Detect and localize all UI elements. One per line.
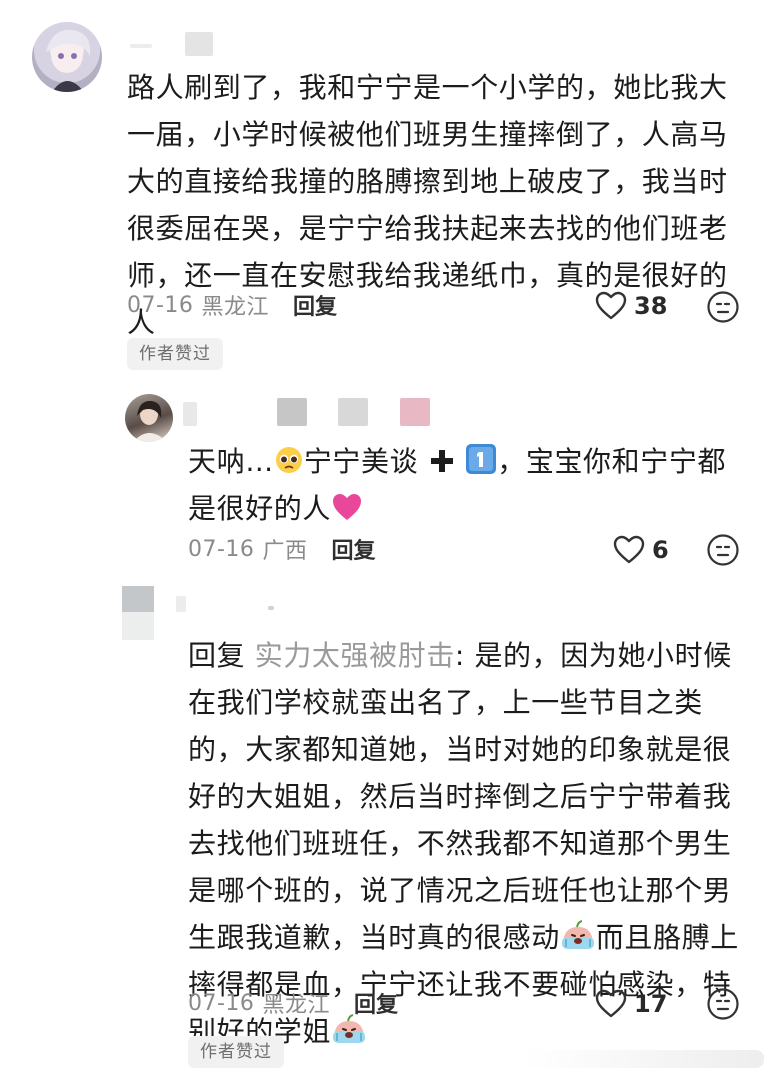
comment-meta: 07-16 黑龙江 回复 bbox=[127, 288, 337, 322]
reply-button[interactable]: 回复 bbox=[331, 533, 375, 565]
comment-location: 黑龙江 bbox=[201, 295, 269, 320]
comment-date: 07-16 bbox=[188, 536, 255, 562]
watermark bbox=[524, 1050, 764, 1068]
like-count: 6 bbox=[652, 536, 669, 564]
like-count: 38 bbox=[634, 292, 668, 320]
username-redacted bbox=[268, 606, 274, 610]
like-button[interactable]: 17 bbox=[594, 986, 667, 1022]
username-redacted bbox=[183, 402, 197, 426]
reply-button[interactable]: 回复 bbox=[354, 987, 398, 1019]
comment-date: 07-16 bbox=[188, 990, 255, 1016]
reply-to-username[interactable]: 实力太强被肘击 bbox=[255, 639, 455, 672]
reply-button[interactable]: 回复 bbox=[293, 289, 337, 321]
heart-outline-icon bbox=[595, 989, 627, 1018]
neutral-face-icon[interactable] bbox=[706, 987, 740, 1021]
heart-outline-icon bbox=[613, 535, 645, 564]
username-redacted bbox=[176, 596, 186, 612]
reply-prefix: 回复 bbox=[188, 639, 246, 672]
avatar[interactable] bbox=[122, 586, 156, 642]
author-liked-badge: 作者赞过 bbox=[127, 338, 223, 370]
comment-meta: 07-16 广西 回复 bbox=[188, 532, 375, 566]
comment-location: 黑龙江 bbox=[262, 993, 330, 1018]
username-redacted bbox=[185, 32, 213, 56]
avatar-redacted bbox=[122, 612, 154, 640]
avatar-redacted bbox=[122, 586, 154, 612]
avatar[interactable] bbox=[125, 394, 173, 442]
heart-outline-icon bbox=[595, 291, 627, 320]
comment-text-part: : 是的，因为她小时候在我们学校就蛮出名了，上一些节目之类的，大家都知道她，当时… bbox=[188, 639, 732, 954]
neutral-face-icon[interactable] bbox=[706, 533, 740, 567]
pleading-face-icon bbox=[275, 447, 302, 473]
crying-face-icon bbox=[561, 920, 594, 949]
keycap-1-icon bbox=[466, 444, 497, 474]
username-redacted bbox=[130, 44, 152, 48]
like-count: 17 bbox=[634, 990, 668, 1018]
comment-text-part: 宁宁美谈 bbox=[303, 445, 419, 478]
comment-date: 07-16 bbox=[127, 292, 194, 318]
author-liked-badge: 作者赞过 bbox=[188, 1036, 284, 1068]
username-redacted bbox=[338, 398, 368, 426]
comment-location: 广西 bbox=[262, 539, 308, 564]
avatar-image bbox=[46, 29, 91, 92]
username-redacted bbox=[400, 398, 430, 426]
comment-text-part: 天呐… bbox=[188, 445, 274, 478]
like-button[interactable]: 38 bbox=[594, 288, 667, 324]
like-button[interactable]: 6 bbox=[612, 532, 669, 568]
avatar-image bbox=[133, 400, 167, 442]
comment-text: 天呐… 宁宁美谈 ，宝宝你和宁宁都是很好的人 bbox=[188, 438, 748, 532]
comment-meta: 07-16 黑龙江 回复 bbox=[188, 986, 398, 1020]
neutral-face-icon[interactable] bbox=[706, 290, 740, 324]
avatar[interactable] bbox=[32, 22, 102, 92]
plus-icon bbox=[430, 450, 453, 472]
pink-heart-icon bbox=[333, 494, 362, 520]
username-redacted bbox=[277, 398, 307, 426]
